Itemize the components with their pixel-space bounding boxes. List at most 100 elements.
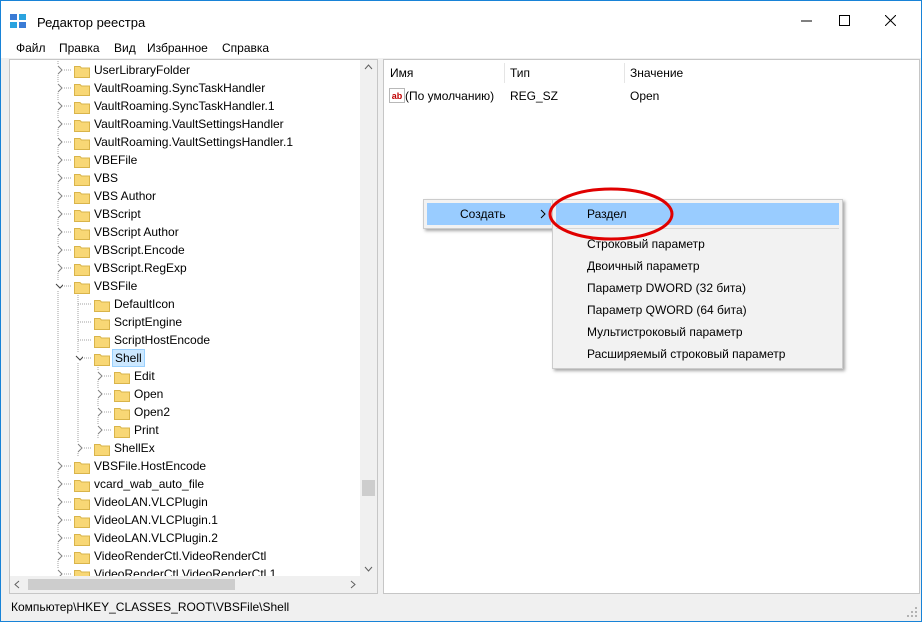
tree-item[interactable]: DefaultIcon [10,295,360,313]
menu-favorites[interactable]: Избранное [147,41,208,55]
folder-icon [74,282,90,294]
chevron-right-icon[interactable] [55,479,63,489]
registry-tree[interactable]: UserLibraryFolder VaultRoaming.SyncTaskHa… [9,59,378,594]
tree-item-label: DefaultIcon [114,297,175,311]
tree-item[interactable]: VBScript [10,205,360,223]
tree-item[interactable]: VBS Author [10,187,360,205]
column-header-name[interactable]: Имя [384,60,504,85]
chevron-right-icon[interactable] [55,173,63,183]
folder-icon [74,462,90,474]
submenu-item-qword-value[interactable]: Параметр QWORD (64 бита) [556,299,839,321]
chevron-right-icon[interactable] [55,497,63,507]
tree-item[interactable]: VaultRoaming.SyncTaskHandler.1 [10,97,360,115]
tree-item[interactable]: vcard_wab_auto_file [10,475,360,493]
tree-item[interactable]: VBEFile [10,151,360,169]
chevron-right-icon[interactable] [55,119,63,129]
registry-editor-window: Редактор реестра Файл Правка Вид Избранн… [0,0,922,622]
tree-item[interactable]: VBScript.Encode [10,241,360,259]
tree-vertical-scrollbar[interactable] [360,60,377,576]
submenu-item-multistring-value[interactable]: Мультистроковый параметр [556,321,839,343]
chevron-right-icon[interactable] [55,155,63,165]
column-header-value[interactable]: Значение [624,60,824,85]
tree-item[interactable]: VBScript Author [10,223,360,241]
menu-edit[interactable]: Правка [59,41,100,55]
chevron-right-icon[interactable] [95,407,103,417]
tree-horizontal-scroll-thumb[interactable] [28,579,235,590]
tree-horizontal-scrollbar[interactable] [10,576,360,593]
chevron-right-icon[interactable] [55,137,63,147]
folder-icon [74,102,90,114]
tree-item[interactable]: VideoLAN.VLCPlugin.2 [10,529,360,547]
submenu-item-dword-value[interactable]: Параметр DWORD (32 бита) [556,277,839,299]
chevron-right-icon[interactable] [55,551,63,561]
submenu-item-expandable-string-value[interactable]: Расширяемый строковый параметр [556,343,839,365]
tree-item[interactable]: ShellEx [10,439,360,457]
chevron-right-icon[interactable] [55,101,63,111]
resize-grip-icon[interactable] [906,606,918,618]
tree-item[interactable]: ScriptEngine [10,313,360,331]
tree-item-label: UserLibraryFolder [94,63,191,77]
chevron-right-icon[interactable] [55,263,63,273]
context-item-create[interactable]: Создать [427,203,551,225]
chevron-right-icon[interactable] [55,83,63,93]
tree-vertical-scroll-thumb[interactable] [362,480,375,496]
chevron-right-icon[interactable] [95,389,103,399]
folder-icon [94,300,110,312]
tree-item[interactable]: VideoRenderCtl.VideoRenderCtl [10,547,360,565]
chevron-right-icon[interactable] [55,227,63,237]
tree-item-label: VBScript.RegExp [94,261,187,275]
tree-connector-lines [57,385,112,403]
list-row[interactable]: ab (По умолчанию) REG_SZ Open [384,86,904,106]
tree-item[interactable]: Open [10,385,360,403]
chevron-right-icon[interactable] [75,443,83,453]
tree-item[interactable]: VaultRoaming.SyncTaskHandler [10,79,360,97]
tree-item[interactable]: Open2 [10,403,360,421]
menu-help[interactable]: Справка [222,41,269,55]
chevron-right-icon[interactable] [55,191,63,201]
tree-item-label: VaultRoaming.SyncTaskHandler.1 [94,99,275,113]
menu-file[interactable]: Файл [16,41,46,55]
tree-item[interactable]: Edit [10,367,360,385]
tree-item-label: VaultRoaming.VaultSettingsHandler [94,117,284,131]
tree-item[interactable]: VaultRoaming.VaultSettingsHandler.1 [10,133,360,151]
tree-item[interactable]: Print [10,421,360,439]
string-value-icon-text: ab [391,91,403,101]
chevron-right-icon[interactable] [95,425,103,435]
tree-item[interactable]: VBS [10,169,360,187]
tree-item[interactable]: ScriptHostEncode [10,331,360,349]
scroll-left-icon[interactable] [10,576,24,593]
tree-item[interactable]: VBScript.RegExp [10,259,360,277]
folder-icon [74,534,90,546]
chevron-right-icon[interactable] [95,371,103,381]
submenu-item-binary-value[interactable]: Двоичный параметр [556,255,839,277]
folder-icon [74,174,90,186]
tree-item[interactable]: VaultRoaming.VaultSettingsHandler [10,115,360,133]
scroll-right-icon[interactable] [346,576,360,593]
chevron-right-icon[interactable] [55,209,63,219]
chevron-right-icon[interactable] [55,461,63,471]
menu-view[interactable]: Вид [114,41,136,55]
tree-item[interactable]: VBSFile.HostEncode [10,457,360,475]
column-header-type[interactable]: Тип [504,60,624,85]
chevron-right-icon[interactable] [55,65,63,75]
tree-item-label: Open [134,387,164,401]
tree-item-label: VBScript.Encode [94,243,185,257]
tree-item[interactable]: UserLibraryFolder [10,61,360,79]
tree-item[interactable]: VBSFile [10,277,360,295]
folder-icon [94,354,110,366]
tree-item-label: VideoLAN.VLCPlugin [94,495,208,509]
chevron-right-icon[interactable] [55,515,63,525]
chevron-right-icon[interactable] [55,533,63,543]
title-bar[interactable]: Редактор реестра [1,1,921,39]
folder-icon [74,156,90,168]
maximize-button[interactable] [821,1,867,39]
tree-item[interactable]: Shell [10,349,360,367]
chevron-down-icon[interactable] [75,353,83,363]
chevron-right-icon[interactable] [55,245,63,255]
tree-item[interactable]: VideoLAN.VLCPlugin.1 [10,511,360,529]
scroll-up-icon[interactable] [360,60,377,74]
chevron-down-icon[interactable] [55,281,63,291]
scroll-down-icon[interactable] [360,562,377,576]
close-button[interactable] [867,1,913,39]
tree-item[interactable]: VideoLAN.VLCPlugin [10,493,360,511]
